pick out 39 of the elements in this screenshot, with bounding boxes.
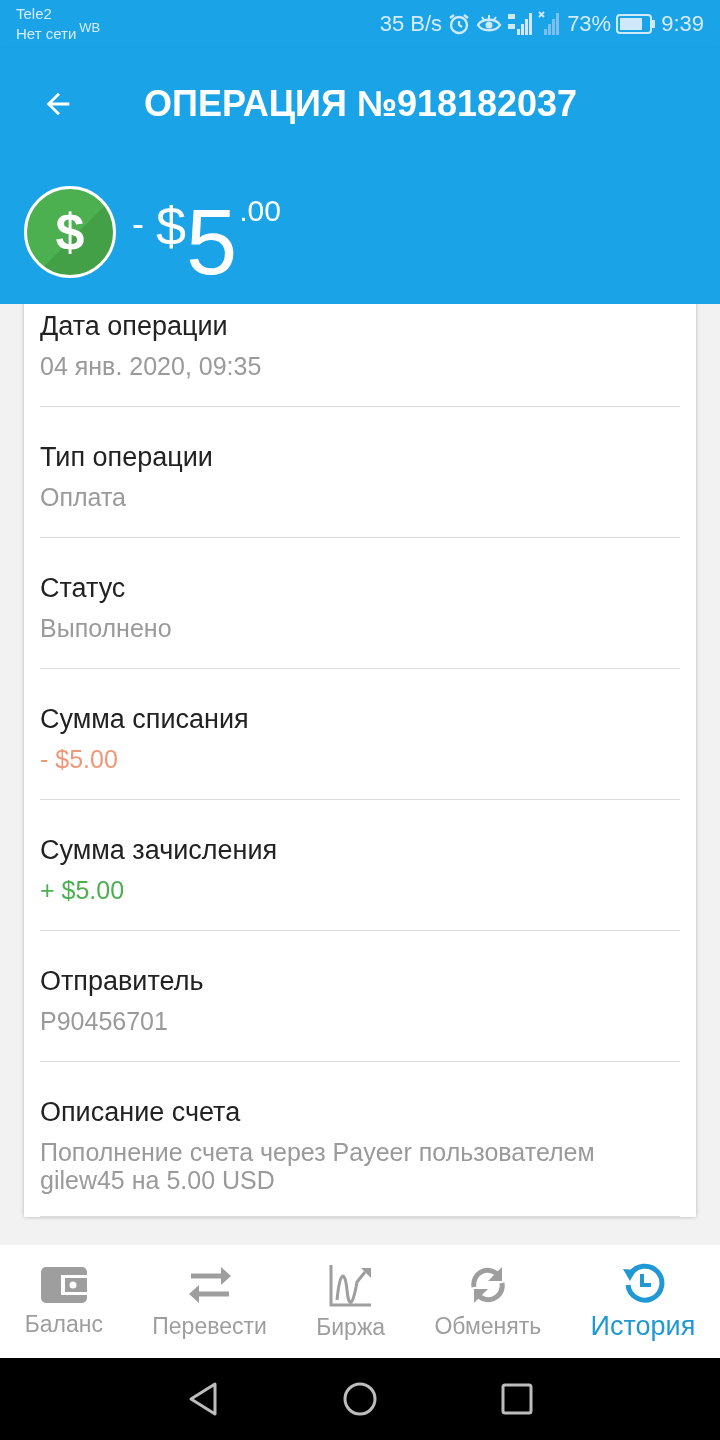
network-speed: 35 B/s [379,11,443,37]
amount-fraction: .00 [239,194,281,228]
back-triangle-icon[interactable] [187,1381,219,1417]
field-label: Статус [40,572,127,605]
currency-symbol: $ [156,195,187,257]
field-label: Сумма зачисления [40,834,279,867]
nav-tab[interactable]: Баланс [20,1245,107,1358]
field-value: 04 янв. 2020, 09:35 [40,352,263,380]
field-label: Описание счета [40,1096,242,1129]
nav-tab[interactable]: Биржа [312,1245,390,1358]
field-value: + $5.00 [40,876,126,904]
network-status: Нет сети [16,24,77,44]
nav-tab[interactable]: Обменять [430,1245,546,1358]
wallet-icon [38,1265,89,1305]
field-value: - $5.00 [40,745,119,773]
field-label: Сумма списания [40,703,250,736]
history-clock-icon [620,1261,665,1305]
field-label: Дата операции [40,310,229,343]
clock: 9:39 [661,11,704,37]
signal-icon [507,11,534,37]
field-value: P90456701 [40,1007,169,1035]
field-value: Оплата [40,483,127,511]
amount-sign: - [132,203,144,245]
battery-percent: 73% [567,11,612,37]
screen-title: ОПЕРАЦИЯ №918182037 [144,83,578,125]
field-value: Выполнено [40,614,173,642]
recents-square-icon[interactable] [501,1383,533,1415]
chart-icon [327,1262,374,1308]
carrier-name: Tele2 [16,4,53,24]
dollar-coin-badge: $ [24,186,116,278]
home-circle-icon[interactable] [343,1382,377,1416]
nav-tab[interactable]: Перевести [148,1245,271,1358]
nav-tab[interactable]: История [586,1245,700,1358]
field-label: Отправитель [40,965,205,998]
field-value: Пополнение счета через Payeer пользователем gilew45 на 5.00 USD [40,1138,596,1194]
network-tag: WB [79,18,101,38]
battery-icon [616,14,657,34]
field-label: Тип операции [40,441,214,474]
amount-whole: 5 [186,196,238,288]
